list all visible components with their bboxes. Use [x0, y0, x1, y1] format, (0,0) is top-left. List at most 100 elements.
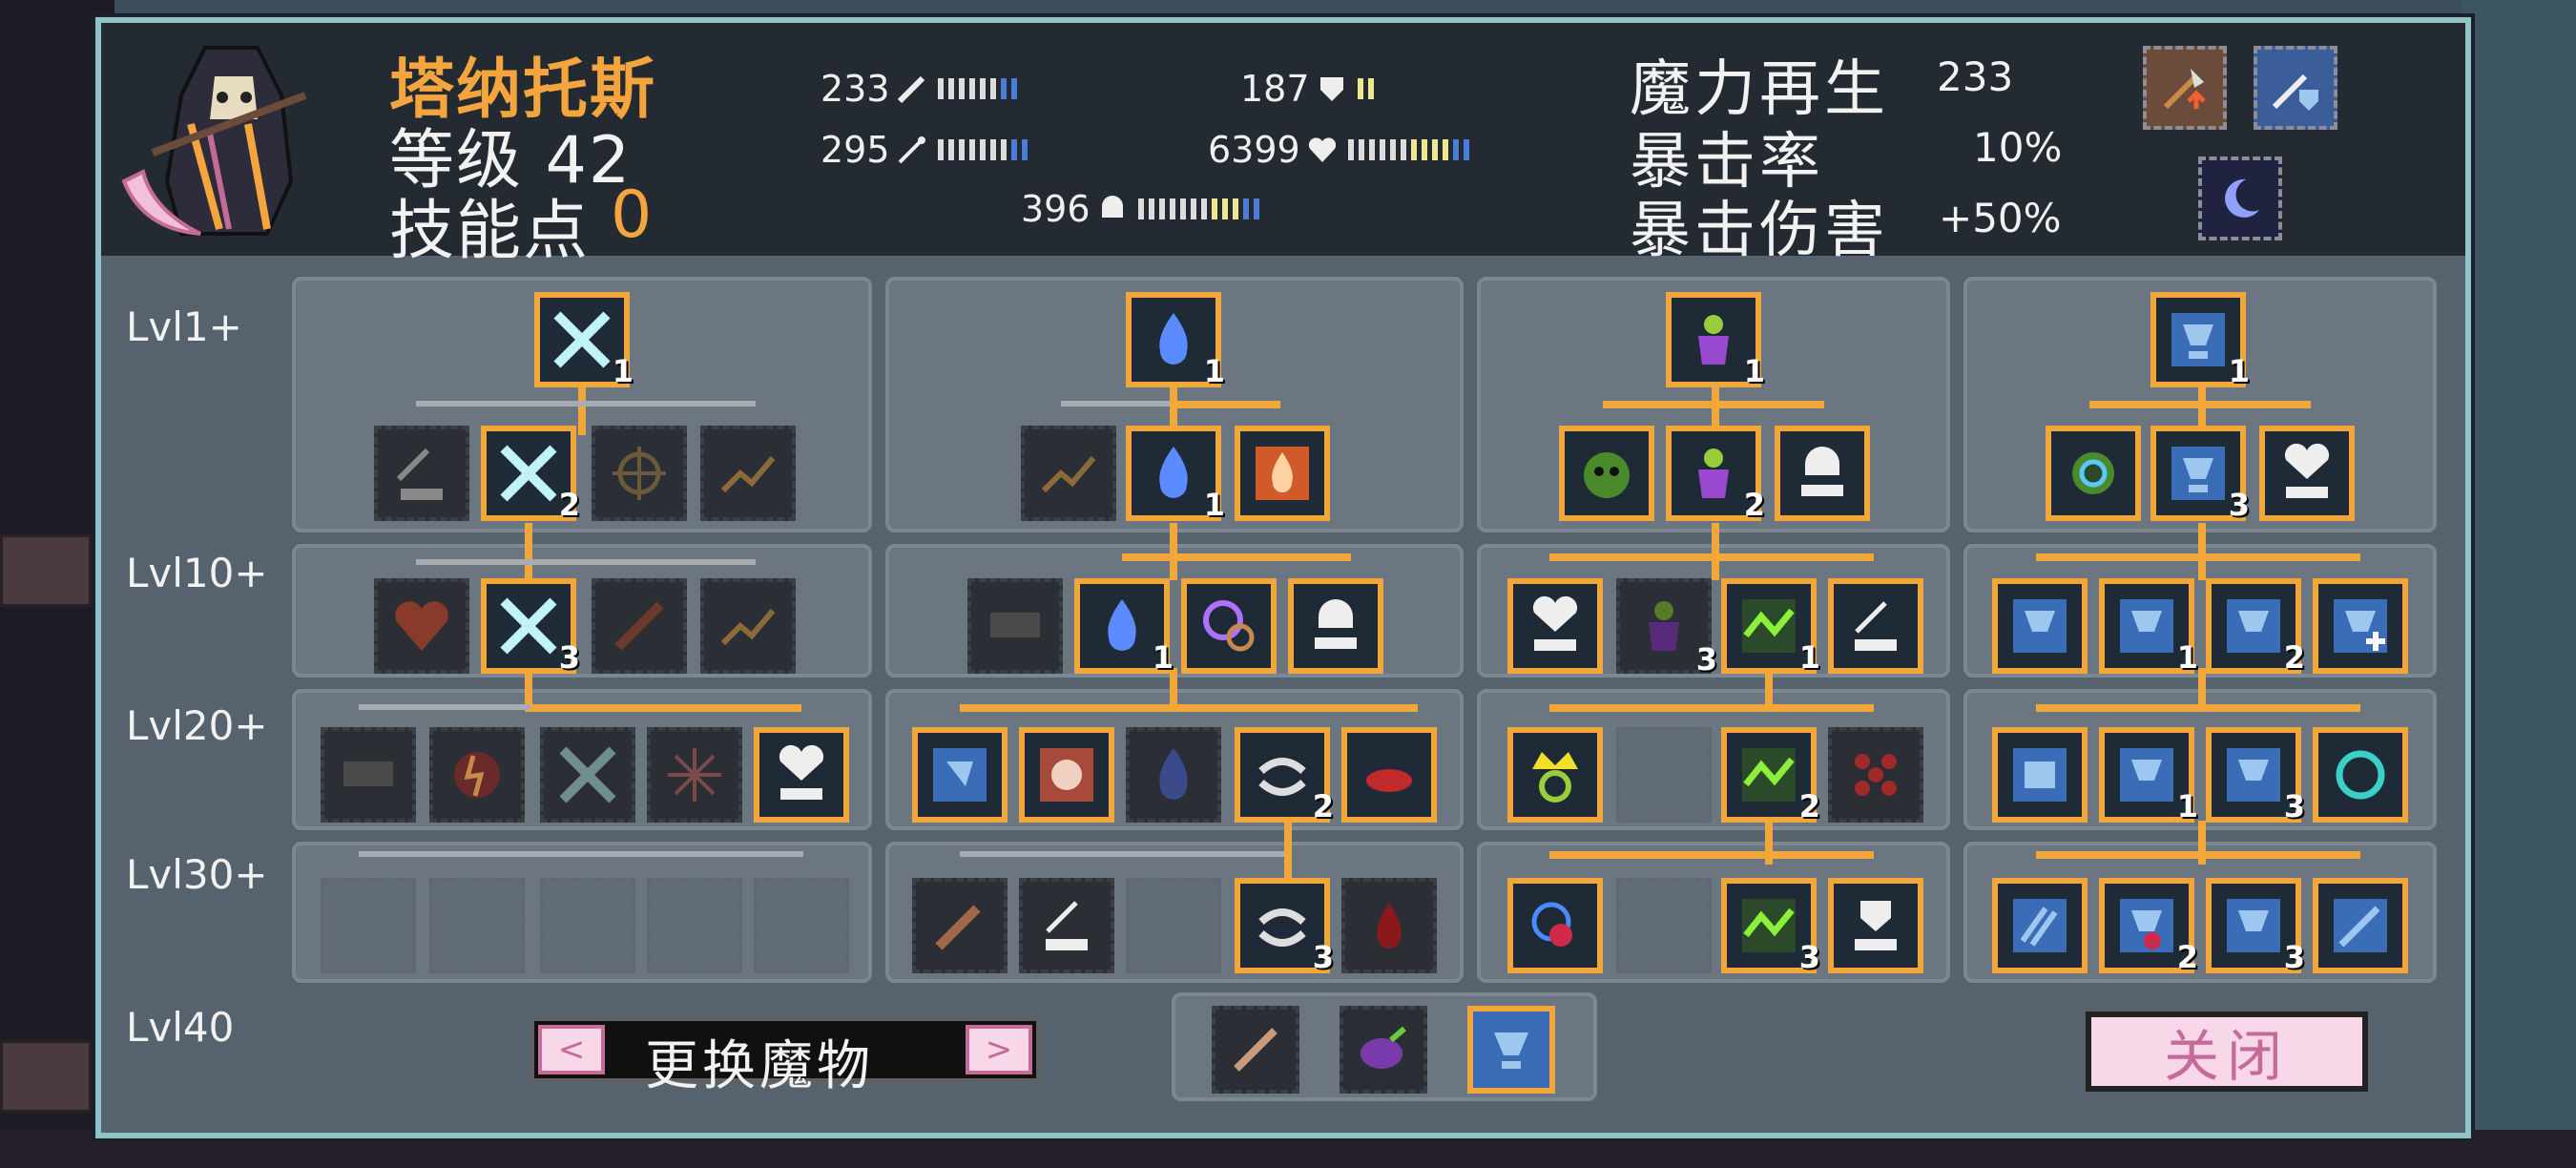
skill-node-spores[interactable] — [1828, 727, 1923, 823]
monster-slot-eggplant[interactable] — [1340, 1006, 1427, 1094]
close-button[interactable]: 关闭 — [2086, 1012, 2368, 1092]
skill-node-locked[interactable] — [1616, 878, 1712, 973]
skill-node-potion-3[interactable]: 3 — [1616, 578, 1717, 678]
skill-rank: 3 — [2228, 487, 2250, 523]
skill-node-locked[interactable] — [540, 878, 635, 973]
skill-node-summon[interactable] — [912, 727, 1008, 823]
crown-icon — [1532, 752, 1578, 803]
skill-node-aura[interactable] — [1019, 727, 1114, 823]
skill-rank: 1 — [1743, 353, 1765, 389]
sword-icon — [894, 71, 930, 107]
skill-node-magic-bonus-2[interactable] — [1828, 578, 1923, 674]
skill-node-health-bonus-3[interactable] — [2259, 426, 2355, 521]
heart-shield-icon — [395, 601, 448, 651]
skill-node-locked[interactable] — [429, 878, 525, 973]
connector — [1170, 401, 1280, 408]
skill-node-growth[interactable] — [700, 426, 796, 521]
skill-node-vortex[interactable] — [2313, 727, 2408, 823]
skill-node-target[interactable] — [592, 426, 687, 521]
next-monster-button[interactable]: > — [966, 1025, 1032, 1074]
skill-rank: 1 — [1152, 639, 1174, 676]
skill-node-speed-bonus-2[interactable] — [1775, 426, 1870, 521]
skill-node-poison-wave[interactable]: 1 — [1721, 578, 1820, 676]
skill-node-blood-drop[interactable] — [1341, 878, 1437, 973]
skill-node-dagger[interactable] — [912, 878, 1008, 973]
skill-node-cooldown[interactable] — [967, 578, 1063, 674]
skill-node-locked[interactable] — [1126, 878, 1221, 973]
skill-node-crit[interactable] — [321, 727, 416, 823]
skill-node-locked[interactable] — [754, 878, 849, 973]
skill-node-chalice-3[interactable] — [1992, 578, 2088, 674]
skill-node-growth-3[interactable] — [1021, 426, 1116, 521]
skill-node-soul-flame-4[interactable] — [1126, 727, 1221, 823]
skill-node-chalice-8[interactable]: 3 — [2206, 878, 2305, 975]
equipped-armor-slot[interactable] — [2254, 46, 2337, 130]
skill-node-speed-bonus[interactable] — [1288, 578, 1383, 674]
monster-slot-dagger[interactable] — [1212, 1006, 1299, 1094]
equipped-weapon-slot[interactable] — [2143, 46, 2227, 130]
skill-node-chalice[interactable]: 1 — [2150, 292, 2250, 389]
skill-node-potion[interactable]: 1 — [1666, 292, 1765, 389]
chalice-icon — [2227, 748, 2280, 802]
skill-node-lips[interactable] — [1341, 727, 1437, 823]
skill-node-scythe-slash[interactable]: 1 — [534, 292, 634, 389]
skill-node-life-steal[interactable] — [374, 578, 469, 674]
skill-node-potion-2[interactable]: 2 — [1666, 426, 1765, 523]
crit-icon — [343, 761, 393, 786]
monster-slot-chalice[interactable] — [1467, 1006, 1555, 1094]
skill-node-soul-flame-2[interactable]: 1 — [1126, 426, 1225, 523]
skill-node-locked[interactable] — [321, 878, 416, 973]
skill-node-orb[interactable] — [1181, 578, 1277, 674]
skill-node-blade[interactable] — [592, 578, 687, 674]
connector — [2036, 851, 2360, 859]
hero-portrait — [121, 46, 307, 236]
skill-node-chalice-plus[interactable] — [2313, 578, 2408, 674]
skill-node-growth-2[interactable] — [700, 578, 796, 674]
skill-node-chalice-2[interactable]: 3 — [2150, 426, 2250, 523]
stat-magic: 295 — [821, 128, 1028, 172]
skill-node-spear[interactable] — [2313, 878, 2408, 973]
skill-node-crown[interactable] — [1507, 727, 1603, 823]
skill-node-health-bonus[interactable] — [754, 727, 849, 823]
prev-monster-button[interactable]: < — [538, 1025, 605, 1074]
skill-node-rose[interactable] — [1507, 878, 1603, 973]
skill-node-whirl[interactable]: 2 — [1235, 727, 1334, 824]
skill-node-attack-bonus[interactable] — [374, 426, 469, 521]
skill-node-scythe-slash-4[interactable] — [540, 727, 635, 823]
skill-node-chalice-4[interactable]: 1 — [2099, 578, 2198, 676]
skill-node-chalice-5[interactable]: 2 — [2206, 578, 2305, 676]
skill-node-slime[interactable] — [1559, 426, 1654, 521]
skill-node-scythe-slash-3[interactable]: 3 — [481, 578, 580, 676]
stat-attack-value: 233 — [821, 68, 890, 110]
level-label-10: Lvl10+ — [126, 550, 268, 596]
skill-node-lightning[interactable] — [429, 727, 525, 823]
skill-node-fire[interactable] — [1235, 426, 1330, 521]
chalice-icon — [2120, 599, 2173, 653]
skill-node-claws[interactable] — [1992, 878, 2088, 973]
monster-tray — [1172, 992, 1597, 1101]
skill-node-poison-wave-2[interactable]: 2 — [1721, 727, 1820, 824]
skill-node-fist[interactable] — [1992, 727, 2088, 823]
skill-node-soul-flame[interactable]: 1 — [1126, 292, 1225, 389]
skill-node-defense-bonus[interactable] — [1828, 878, 1923, 973]
skill-node-chalice-rose[interactable]: 2 — [2099, 878, 2198, 975]
skill-rank: 1 — [1203, 487, 1225, 523]
skill-node-scythe-slash-2[interactable]: 2 — [481, 426, 580, 523]
wand-stat-icon — [1046, 901, 1088, 950]
skill-node-locked[interactable] — [647, 878, 742, 973]
skill-node-whirl-2[interactable]: 3 — [1235, 878, 1334, 975]
skill-node-burst[interactable] — [647, 727, 742, 823]
equipped-charm-slot[interactable] — [2198, 156, 2282, 240]
skill-node-soul-flame-3[interactable]: 1 — [1074, 578, 1174, 676]
skill-node-chalice-7[interactable]: 3 — [2206, 727, 2305, 824]
skill-node-ring[interactable] — [2046, 426, 2141, 521]
skill-node-locked[interactable] — [1616, 727, 1712, 823]
skill-node-magic-bonus[interactable] — [1019, 878, 1114, 973]
skill-node-chalice-6[interactable]: 1 — [2099, 727, 2198, 824]
chalice-icon — [2171, 313, 2225, 366]
eggplant-icon — [1361, 1026, 1406, 1069]
skill-node-poison-wave-3[interactable]: 3 — [1721, 878, 1820, 975]
skill-node-health-bonus-2[interactable] — [1507, 578, 1603, 674]
stat-defense-bar — [1357, 78, 1374, 99]
heart-stat-icon — [779, 744, 824, 800]
